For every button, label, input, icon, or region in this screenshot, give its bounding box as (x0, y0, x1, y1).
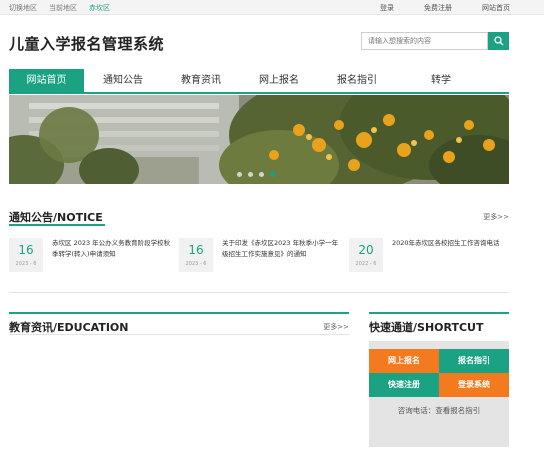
education-more-link[interactable]: 更多>> (323, 322, 349, 332)
shortcut-quick-register-button[interactable]: 快速注册 (369, 373, 439, 397)
notice-date: 16 2023 - 6 (179, 238, 213, 272)
shortcut-top-rule (369, 312, 509, 314)
notice-year-month: 2022 - 6 (355, 261, 377, 267)
notice-text[interactable]: 赤坎区 2023 年公办义务教育阶段学校秋季转学(转入)申请须知 (52, 238, 174, 272)
carousel-indicators (237, 172, 275, 177)
login-link[interactable]: 登录 (380, 3, 394, 13)
main-nav: 网站首页 通知公告 教育资讯 网上报名 报名指引 转学 (9, 69, 509, 94)
notice-text[interactable]: 2020年赤坎区各校招生工作咨询电话 (392, 238, 514, 272)
notice-title: 通知公告/NOTICE (9, 211, 103, 224)
notice-text[interactable]: 关于印发《赤坎区2023 年秋季小学一年级招生工作实施意见》的通知 (222, 238, 344, 272)
shortcut-guide-button[interactable]: 报名指引 (439, 349, 509, 373)
notice-date: 20 2022 - 6 (349, 238, 383, 272)
carousel-dot[interactable] (248, 172, 253, 177)
nav-news[interactable]: 教育资讯 (162, 69, 240, 92)
carousel-dot-active[interactable] (270, 172, 275, 177)
current-region-value[interactable]: 赤坎区 (89, 3, 110, 13)
education-title: 教育资讯/EDUCATION (9, 321, 129, 334)
top-bar: 切换地区 当前地区 赤坎区 登录 免费注册 网站首页 (0, 0, 544, 15)
region-bar: 切换地区 当前地区 赤坎区 (9, 3, 110, 13)
home-link[interactable]: 网站首页 (482, 3, 510, 13)
notice-title-underline (9, 224, 105, 226)
shortcut-header: 快速通道/SHORTCUT (369, 315, 509, 335)
banner-image (9, 95, 509, 184)
consult-phone-text[interactable]: 咨询电话：查看报名指引 (369, 405, 509, 416)
education-header: 教育资讯/EDUCATION 更多>> (9, 315, 349, 335)
register-link[interactable]: 免费注册 (424, 3, 452, 13)
notice-day: 20 (358, 243, 374, 257)
notice-item[interactable]: 16 2023 - 6 赤坎区 2023 年公办义务教育阶段学校秋季转学(转入)… (9, 238, 174, 272)
shortcut-login-button[interactable]: 登录系统 (439, 373, 509, 397)
user-links: 登录 免费注册 网站首页 (380, 3, 510, 13)
shortcut-title: 快速通道/SHORTCUT (369, 321, 484, 334)
nav-online-registration[interactable]: 网上报名 (240, 69, 318, 92)
current-region-label: 当前地区 (49, 4, 77, 12)
nav-notice[interactable]: 通知公告 (84, 69, 162, 92)
notice-more-link[interactable]: 更多>> (483, 212, 509, 222)
search-input[interactable] (361, 32, 488, 50)
switch-region-link[interactable]: 切换地区 (9, 3, 37, 13)
notice-date: 16 2023 - 6 (9, 238, 43, 272)
nav-home[interactable]: 网站首页 (9, 69, 84, 92)
shortcut-panel: 网上报名 报名指引 快速注册 登录系统 咨询电话：查看报名指引 (369, 341, 509, 447)
section-divider (9, 292, 509, 293)
notice-item[interactable]: 20 2022 - 6 2020年赤坎区各校招生工作咨询电话 (349, 238, 514, 272)
nav-guide[interactable]: 报名指引 (318, 69, 396, 92)
education-top-rule (9, 312, 349, 314)
carousel-dot[interactable] (237, 172, 242, 177)
education-header-rule (9, 334, 349, 335)
notice-header: 通知公告/NOTICE 更多>> (9, 205, 509, 225)
notice-item[interactable]: 16 2023 - 6 关于印发《赤坎区2023 年秋季小学一年级招生工作实施意… (179, 238, 344, 272)
banner-carousel[interactable] (9, 95, 509, 184)
search-button[interactable] (488, 32, 509, 50)
notice-year-month: 2023 - 6 (185, 261, 207, 267)
shortcut-online-registration-button[interactable]: 网上报名 (369, 349, 439, 373)
notice-year-month: 2023 - 6 (15, 261, 37, 267)
nav-transfer[interactable]: 转学 (396, 69, 486, 92)
site-title: 儿童入学报名管理系统 (9, 35, 165, 53)
search-icon (493, 36, 503, 46)
notice-day: 16 (18, 243, 34, 257)
notice-day: 16 (188, 243, 204, 257)
search-bar (361, 32, 509, 50)
carousel-dot[interactable] (259, 172, 264, 177)
